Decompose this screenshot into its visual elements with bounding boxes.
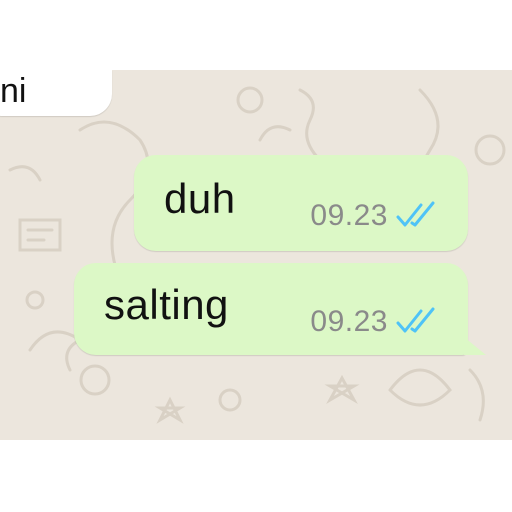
bubble-tail	[464, 337, 486, 355]
double-check-read-icon	[396, 307, 435, 333]
incoming-message-text: ni	[0, 72, 27, 110]
outgoing-message-bubble[interactable]: salting 09.23	[74, 263, 486, 355]
message-text: duh	[164, 175, 236, 222]
chat-background: ni duh 09.23 salting 09.23	[0, 70, 512, 440]
message-time: 09.23	[310, 305, 388, 338]
message-time: 09.23	[310, 199, 388, 232]
outgoing-message-bubble[interactable]: duh 09.23	[134, 155, 468, 251]
incoming-message-bubble[interactable]: ni	[0, 70, 112, 116]
message-meta: 09.23	[310, 305, 440, 339]
message-text: salting	[104, 281, 229, 328]
message-meta: 09.23	[310, 199, 440, 233]
double-check-read-icon	[396, 201, 435, 227]
wallpaper-doodles	[8, 86, 506, 424]
